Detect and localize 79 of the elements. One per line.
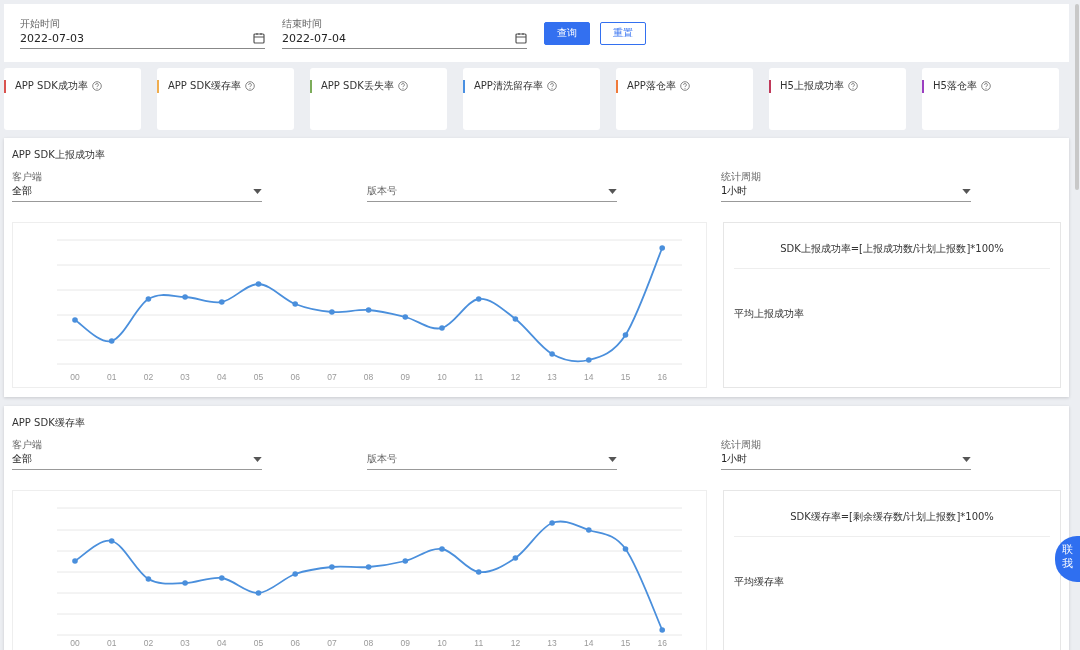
axis-label: 09 [400, 372, 411, 382]
axis-label: 12 [510, 372, 521, 382]
metric-title: APP SDK成功率 [15, 79, 88, 93]
axis-label: 07 [327, 372, 337, 382]
axis-label: 01 [106, 372, 117, 382]
select-field[interactable]: 1小时 [721, 451, 971, 470]
query-button[interactable]: 查询 [544, 21, 590, 45]
axis-label: 05 [253, 638, 264, 648]
caret-icon [253, 456, 262, 462]
axis-label: 10 [437, 372, 447, 382]
select-field[interactable]: 版本号 [367, 451, 617, 470]
axis-label: 00 [70, 372, 80, 382]
caret-icon [608, 188, 617, 194]
caret-icon [608, 456, 617, 462]
axis-label: 16 [657, 638, 667, 648]
metric-title: APP落仓率 [627, 79, 676, 93]
help-icon[interactable] [546, 81, 557, 91]
axis-label: 06 [290, 372, 300, 382]
section-title: APP SDK缓存率 [12, 416, 85, 430]
axis-label: 13 [547, 372, 557, 382]
axis-label: 09 [400, 638, 411, 648]
axis-label: 07 [327, 638, 337, 648]
axis-label: 04 [217, 638, 227, 648]
metric-title: APP SDK缓存率 [168, 79, 241, 93]
axis-label: 05 [253, 372, 264, 382]
axis-label: 13 [547, 638, 557, 648]
calendar-icon [253, 32, 265, 44]
formula-text: SDK缓存率=[剩余缓存数/计划上报数]*100% [734, 491, 1050, 537]
caret-icon [253, 188, 262, 194]
formula-text: SDK上报成功率=[上报成功数/计划上报数]*100% [734, 223, 1050, 269]
select-label: 客户端 [12, 171, 43, 183]
caret-icon [962, 456, 971, 462]
average-label: 平均缓存率 [734, 575, 785, 589]
axis-label: 14 [584, 638, 594, 648]
axis-label: 15 [620, 372, 631, 382]
axis-label: 01 [106, 638, 117, 648]
reset-button[interactable]: 重置 [600, 21, 646, 45]
date-field[interactable]: 2022-07-03 [20, 29, 265, 49]
axis-label: 12 [510, 638, 521, 648]
metric-title: APP清洗留存率 [474, 79, 543, 93]
select-field[interactable]: 全部 [12, 183, 262, 202]
select-label: 客户端 [12, 439, 43, 451]
axis-label: 11 [474, 638, 484, 648]
average-label: 平均上报成功率 [734, 307, 805, 321]
metric-title: APP SDK丢失率 [321, 79, 394, 93]
axis-label: 02 [143, 638, 154, 648]
axis-label: 02 [143, 372, 154, 382]
axis-label: 10 [437, 638, 447, 648]
axis-label: 11 [474, 372, 484, 382]
axis-label: 06 [290, 638, 300, 648]
scrollbar-thumb[interactable] [1075, 4, 1079, 190]
axis-label: 14 [584, 372, 594, 382]
field-label: 开始时间 [20, 17, 61, 30]
axis-label: 04 [217, 372, 227, 382]
select-field[interactable]: 版本号 [367, 183, 617, 202]
help-icon[interactable] [679, 81, 690, 91]
help-icon[interactable] [91, 81, 102, 91]
select-label: 统计周期 [721, 439, 762, 451]
calendar-icon [515, 32, 527, 44]
axis-label: 00 [70, 638, 80, 648]
caret-icon [962, 188, 971, 194]
axis-label: 03 [180, 372, 190, 382]
help-icon[interactable] [397, 81, 408, 91]
help-icon[interactable] [847, 81, 858, 91]
metric-title: H5上报成功率 [780, 79, 844, 93]
axis-label: 15 [620, 638, 631, 648]
help-icon[interactable] [244, 81, 255, 91]
date-field[interactable]: 2022-07-04 [282, 29, 527, 49]
select-field[interactable]: 1小时 [721, 183, 971, 202]
field-label: 结束时间 [282, 17, 323, 30]
select-label: 统计周期 [721, 171, 762, 183]
axis-label: 08 [363, 372, 374, 382]
section-title: APP SDK上报成功率 [12, 148, 105, 162]
axis-label: 08 [363, 638, 374, 648]
axis-label: 16 [657, 372, 667, 382]
select-field[interactable]: 全部 [12, 451, 262, 470]
help-icon[interactable] [980, 81, 991, 91]
metric-title: H5落仓率 [933, 79, 977, 93]
axis-label: 03 [180, 638, 190, 648]
